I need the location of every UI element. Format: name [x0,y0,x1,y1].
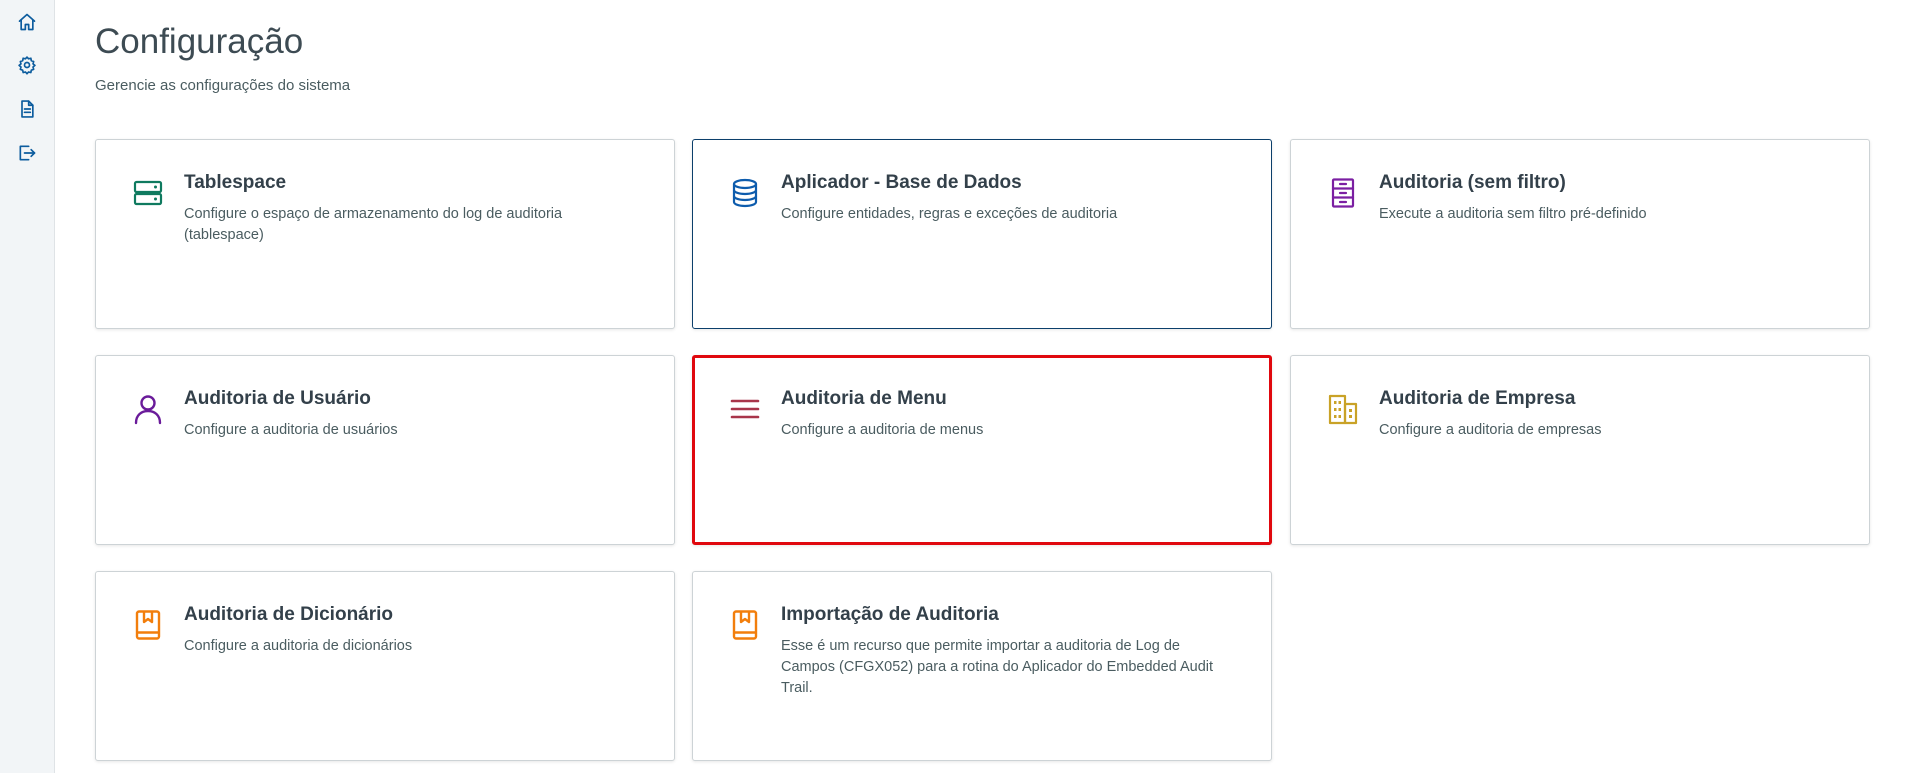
card-title: Auditoria de Dicionário [184,604,394,625]
card-description: Configure entidades, regras e exceções d… [781,206,1118,222]
logout-icon [19,145,36,161]
page-title: Configuração [95,22,304,61]
card-title: Auditoria de Usuário [184,388,371,409]
bookmark-book-icon [728,608,762,642]
page-subtitle: Gerencie as configurações do sistema [95,77,351,94]
filing-cabinet-icon [1326,176,1360,210]
building-icon [1326,392,1360,426]
document-icon [21,100,34,118]
card-description: Configure a auditoria de empresas [1379,422,1602,438]
user-icon [131,392,165,426]
menu-lines-icon [728,392,762,426]
card-description: Configure a auditoria de menus [781,422,984,438]
card-auditoria-sem-filtro[interactable]: Auditoria (sem filtro) Execute a auditor… [1290,139,1870,329]
home-button[interactable] [14,9,40,35]
logout-button[interactable] [14,140,40,166]
home-icon [18,13,36,31]
sidebar [0,0,55,773]
documents-button[interactable] [14,96,40,122]
card-title: Auditoria de Empresa [1379,388,1576,409]
database-icon [728,176,762,210]
settings-button[interactable] [14,52,40,78]
card-tablespace[interactable]: Tablespace Configure o espaço de armazen… [95,139,675,329]
card-title: Importação de Auditoria [781,604,999,625]
server-storage-icon [131,176,165,210]
card-description: Execute a auditoria sem filtro pré-defin… [1379,206,1647,222]
card-title: Tablespace [184,172,287,193]
card-description: Configure o espaço de armazenamento do l… [184,206,563,243]
card-aplicador-base-de-dados[interactable]: Aplicador - Base de Dados Configure enti… [692,139,1272,329]
card-auditoria-de-dicionario[interactable]: Auditoria de Dicionário Configure a audi… [95,571,675,761]
gear-icon [18,56,36,75]
card-auditoria-de-menu[interactable]: Auditoria de Menu Configure a auditoria … [692,355,1272,545]
card-description: Configure a auditoria de dicionários [184,638,413,654]
card-title: Auditoria de Menu [781,388,947,409]
card-importacao-de-auditoria[interactable]: Importação de Auditoria Esse é um recurs… [692,571,1272,761]
card-auditoria-de-usuario[interactable]: Auditoria de Usuário Configure a auditor… [95,355,675,545]
card-description: Esse é um recurso que permite importar a… [781,638,1214,696]
card-auditoria-de-empresa[interactable]: Auditoria de Empresa Configure a auditor… [1290,355,1870,545]
card-description: Configure a auditoria de usuários [184,422,398,438]
bookmark-book-icon [131,608,165,642]
card-title: Aplicador - Base de Dados [781,172,1022,193]
card-title: Auditoria (sem filtro) [1379,172,1566,193]
